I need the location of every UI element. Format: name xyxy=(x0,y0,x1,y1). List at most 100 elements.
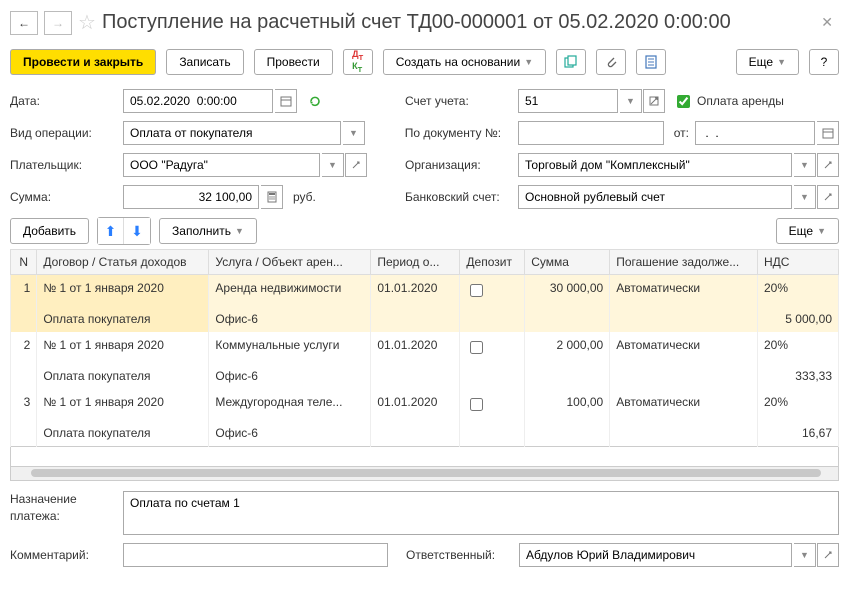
items-table[interactable]: N Договор / Статья доходов Услуга / Объе… xyxy=(10,249,839,447)
add-row-button[interactable]: Добавить xyxy=(10,218,89,244)
table-row[interactable]: 1№ 1 от 1 января 2020Аренда недвижимости… xyxy=(11,275,839,307)
operation-input[interactable] xyxy=(123,121,341,145)
save-button[interactable]: Записать xyxy=(166,49,243,75)
bank-input[interactable] xyxy=(518,185,792,209)
responsible-input[interactable] xyxy=(519,543,792,567)
more-button[interactable]: Еще ▼ xyxy=(736,49,799,75)
cell-contract[interactable]: № 1 от 1 января 2020 xyxy=(37,332,209,363)
cell-n[interactable]: 3 xyxy=(11,389,37,420)
cell-service[interactable]: Аренда недвижимости xyxy=(209,275,371,307)
col-sum[interactable]: Сумма xyxy=(525,250,610,275)
deposit-checkbox[interactable] xyxy=(470,341,483,354)
table-row[interactable]: 2№ 1 от 1 января 2020Коммунальные услуги… xyxy=(11,332,839,363)
open-icon[interactable] xyxy=(345,153,367,177)
cell-sum[interactable]: 2 000,00 xyxy=(525,332,610,363)
nav-forward-button[interactable]: → xyxy=(44,11,72,35)
cell-contract[interactable]: № 1 от 1 января 2020 xyxy=(37,275,209,307)
rent-payment-checkbox-wrap[interactable]: Оплата аренды xyxy=(673,92,784,111)
comment-input[interactable] xyxy=(123,543,388,567)
col-vat[interactable]: НДС xyxy=(757,250,838,275)
report-button[interactable] xyxy=(636,49,666,75)
refresh-icon[interactable] xyxy=(307,93,323,109)
cell-repay[interactable]: Автоматически xyxy=(610,389,758,420)
col-contract[interactable]: Договор / Статья доходов xyxy=(37,250,209,275)
from-date-input[interactable] xyxy=(695,121,815,145)
calendar-icon[interactable] xyxy=(275,89,297,113)
calculator-icon[interactable] xyxy=(261,185,283,209)
post-button[interactable]: Провести xyxy=(254,49,333,75)
cell-service[interactable]: Междугородная теле... xyxy=(209,389,371,420)
cell-period[interactable]: 01.01.2020 xyxy=(371,332,460,363)
doc-num-input[interactable] xyxy=(518,121,664,145)
col-deposit[interactable]: Депозит xyxy=(460,250,525,275)
account-input[interactable] xyxy=(518,89,618,113)
cell-vat2[interactable]: 5 000,00 xyxy=(757,306,838,332)
sum-input[interactable] xyxy=(123,185,259,209)
cell-n[interactable]: 1 xyxy=(11,275,37,307)
move-down-button[interactable]: ⬇ xyxy=(124,218,150,244)
col-period[interactable]: Период о... xyxy=(371,250,460,275)
dropdown-icon[interactable]: ▼ xyxy=(620,89,642,113)
cell-vat[interactable]: 20% xyxy=(757,275,838,307)
col-repay[interactable]: Погашение задолже... xyxy=(610,250,758,275)
create-based-button[interactable]: Создать на основании ▼ xyxy=(383,49,546,75)
cell-service2[interactable]: Офис-6 xyxy=(209,306,371,332)
cell-sum[interactable]: 30 000,00 xyxy=(525,275,610,307)
deposit-checkbox[interactable] xyxy=(470,398,483,411)
deposit-checkbox[interactable] xyxy=(470,284,483,297)
favorite-star-icon[interactable]: ☆ xyxy=(78,10,96,35)
post-and-close-button[interactable]: Провести и закрыть xyxy=(10,49,156,75)
cell-deposit[interactable] xyxy=(460,332,525,363)
rent-payment-checkbox[interactable] xyxy=(677,95,690,108)
cell-vat2[interactable]: 333,33 xyxy=(757,363,838,389)
cell-service2[interactable]: Офис-6 xyxy=(209,420,371,447)
dropdown-icon[interactable]: ▼ xyxy=(794,153,816,177)
nav-back-button[interactable]: ← xyxy=(10,11,38,35)
cell-period[interactable]: 01.01.2020 xyxy=(371,389,460,420)
table-row[interactable]: 3№ 1 от 1 января 2020Междугородная теле.… xyxy=(11,389,839,420)
help-button[interactable]: ? xyxy=(809,49,839,75)
table-row[interactable]: Оплата покупателяОфис-6 16,67 xyxy=(11,420,839,447)
move-up-button[interactable]: ⬆ xyxy=(98,218,124,244)
close-icon[interactable]: ✕ xyxy=(815,14,839,31)
purpose-textarea[interactable] xyxy=(123,491,839,535)
dt-kt-button[interactable]: ДТКТ xyxy=(343,49,373,75)
cell-deposit[interactable] xyxy=(460,275,525,307)
cell-contract2[interactable]: Оплата покупателя xyxy=(37,363,209,389)
dropdown-icon[interactable]: ▼ xyxy=(322,153,344,177)
cell-contract2[interactable]: Оплата покупателя xyxy=(37,420,209,447)
table-row[interactable]: Оплата покупателяОфис-6 333,33 xyxy=(11,363,839,389)
date-input[interactable] xyxy=(123,89,273,113)
cell-repay[interactable]: Автоматически xyxy=(610,275,758,307)
open-icon[interactable] xyxy=(817,543,839,567)
cell-deposit[interactable] xyxy=(460,389,525,420)
cell-vat[interactable]: 20% xyxy=(757,332,838,363)
cell-contract2[interactable]: Оплата покупателя xyxy=(37,306,209,332)
col-n[interactable]: N xyxy=(11,250,37,275)
open-icon[interactable] xyxy=(817,185,839,209)
dropdown-icon[interactable]: ▼ xyxy=(794,185,816,209)
cell-contract[interactable]: № 1 от 1 января 2020 xyxy=(37,389,209,420)
cell-vat[interactable]: 20% xyxy=(757,389,838,420)
cell-service2[interactable]: Офис-6 xyxy=(209,363,371,389)
cell-vat2[interactable]: 16,67 xyxy=(757,420,838,447)
link-docs-button[interactable] xyxy=(556,49,586,75)
org-input[interactable] xyxy=(518,153,792,177)
table-row[interactable]: Оплата покупателяОфис-6 5 000,00 xyxy=(11,306,839,332)
calendar-icon[interactable] xyxy=(817,121,839,145)
fill-button[interactable]: Заполнить ▼ xyxy=(159,218,257,244)
cell-n[interactable]: 2 xyxy=(11,332,37,363)
table-more-button[interactable]: Еще ▼ xyxy=(776,218,839,244)
h-scrollbar[interactable] xyxy=(10,467,839,481)
cell-service[interactable]: Коммунальные услуги xyxy=(209,332,371,363)
attach-button[interactable] xyxy=(596,49,626,75)
open-icon[interactable] xyxy=(817,153,839,177)
payer-input[interactable] xyxy=(123,153,320,177)
cell-period[interactable]: 01.01.2020 xyxy=(371,275,460,307)
cell-sum[interactable]: 100,00 xyxy=(525,389,610,420)
col-service[interactable]: Услуга / Объект арен... xyxy=(209,250,371,275)
dropdown-icon[interactable]: ▼ xyxy=(794,543,816,567)
cell-repay[interactable]: Автоматически xyxy=(610,332,758,363)
open-icon[interactable] xyxy=(643,89,665,113)
dropdown-icon[interactable]: ▼ xyxy=(343,121,365,145)
